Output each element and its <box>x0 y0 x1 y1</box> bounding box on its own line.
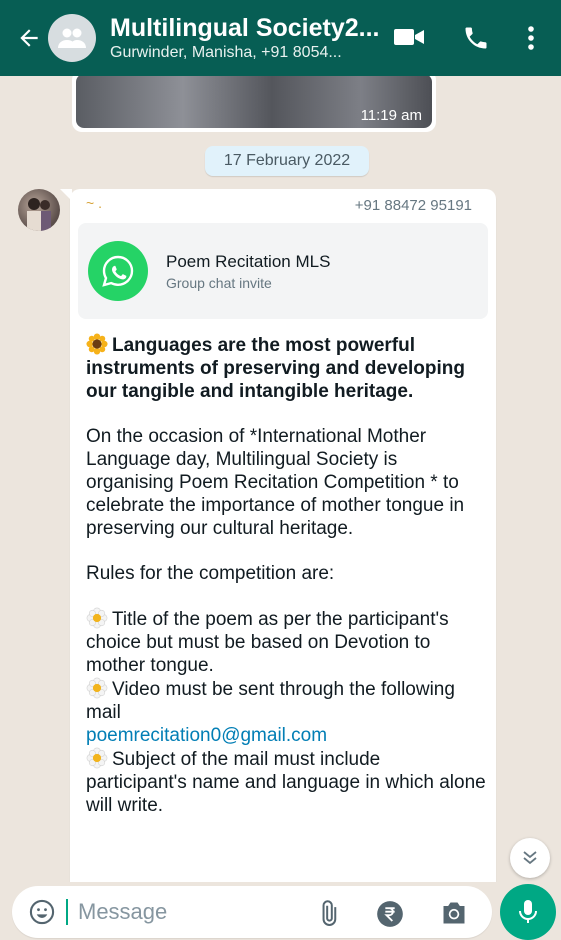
group-icon <box>58 28 86 48</box>
message-text: Languages are the most powerful instrume… <box>86 333 486 817</box>
message-bubble[interactable]: ~ . +91 88472 95191 Poem Recitation MLS … <box>60 189 496 882</box>
media-timestamp: 11:19 am <box>360 107 422 124</box>
email-link[interactable]: poemrecitation0@gmail.com <box>86 724 486 747</box>
rule-item: Video must be sent through the following… <box>86 677 486 747</box>
overflow-menu-button[interactable] <box>526 24 536 52</box>
group-invite-card[interactable]: Poem Recitation MLS Group chat invite <box>78 223 488 319</box>
scroll-to-bottom-button[interactable] <box>510 838 550 878</box>
sender-name[interactable]: ~ . <box>86 195 102 211</box>
message-headline: Languages are the most powerful instrume… <box>86 333 486 403</box>
sunflower-icon <box>86 333 108 355</box>
rule-text: Video must be sent through the following… <box>86 679 455 723</box>
phone-icon <box>465 27 487 49</box>
message-composer <box>12 886 492 938</box>
whatsapp-logo-icon <box>88 241 148 301</box>
paperclip-icon <box>322 900 337 926</box>
invite-group-name: Poem Recitation MLS <box>166 252 331 271</box>
media-thumbnail[interactable]: 11:19 am <box>76 76 432 128</box>
chat-header: Multilingual Society2... Gurwinder, Mani… <box>0 0 561 76</box>
media-message[interactable]: 11:19 am <box>72 76 436 132</box>
microphone-icon <box>519 900 537 923</box>
emoji-icon <box>29 899 55 925</box>
rule-item: Title of the poem as per the participant… <box>86 607 486 677</box>
rule-text: Title of the poem as per the participant… <box>86 609 449 676</box>
message-input[interactable] <box>78 899 298 925</box>
more-vertical-icon <box>528 26 534 50</box>
blossom-icon <box>86 677 108 699</box>
chat-area[interactable]: 11:19 am 17 February 2022 ~ . +91 88472 … <box>0 76 561 882</box>
sender-avatar[interactable] <box>18 189 60 231</box>
voice-message-button[interactable] <box>500 884 556 940</box>
blossom-icon <box>86 747 108 769</box>
message-paragraph: On the occasion of *International Mother… <box>86 426 465 539</box>
video-camera-icon <box>394 29 424 45</box>
group-avatar[interactable] <box>48 14 96 62</box>
camera-button[interactable] <box>440 900 468 926</box>
sender-row: ~ . +91 88472 95191 <box>70 189 496 219</box>
back-button[interactable] <box>12 18 46 58</box>
video-call-button[interactable] <box>392 24 426 50</box>
rule-text: Subject of the mail must include partici… <box>86 749 486 816</box>
attach-button[interactable] <box>314 900 342 928</box>
payment-button[interactable] <box>376 900 404 928</box>
back-arrow-icon <box>20 29 38 47</box>
blossom-icon <box>86 607 108 629</box>
invite-label: Group chat invite <box>166 275 272 291</box>
voice-call-button[interactable] <box>462 24 490 52</box>
double-chevron-down-icon <box>523 851 537 865</box>
chat-title: Multilingual Society2... <box>110 14 380 42</box>
emoji-button[interactable] <box>28 898 56 926</box>
invite-text: Poem Recitation MLS Group chat invite <box>166 251 330 291</box>
rupee-icon <box>377 901 403 927</box>
profile-photo-icon <box>27 198 51 231</box>
text-cursor <box>66 899 68 925</box>
chat-title-block[interactable]: Multilingual Society2... Gurwinder, Mani… <box>110 13 380 63</box>
headline-text: Languages are the most powerful instrume… <box>86 335 466 402</box>
sender-phone[interactable]: +91 88472 95191 <box>355 197 472 214</box>
rules-intro: Rules for the competition are: <box>86 563 335 584</box>
rule-item: Subject of the mail must include partici… <box>86 747 486 817</box>
chat-participants: Gurwinder, Manisha, +91 8054... <box>110 44 342 61</box>
date-separator: 17 February 2022 <box>205 146 369 176</box>
camera-icon <box>443 902 465 924</box>
